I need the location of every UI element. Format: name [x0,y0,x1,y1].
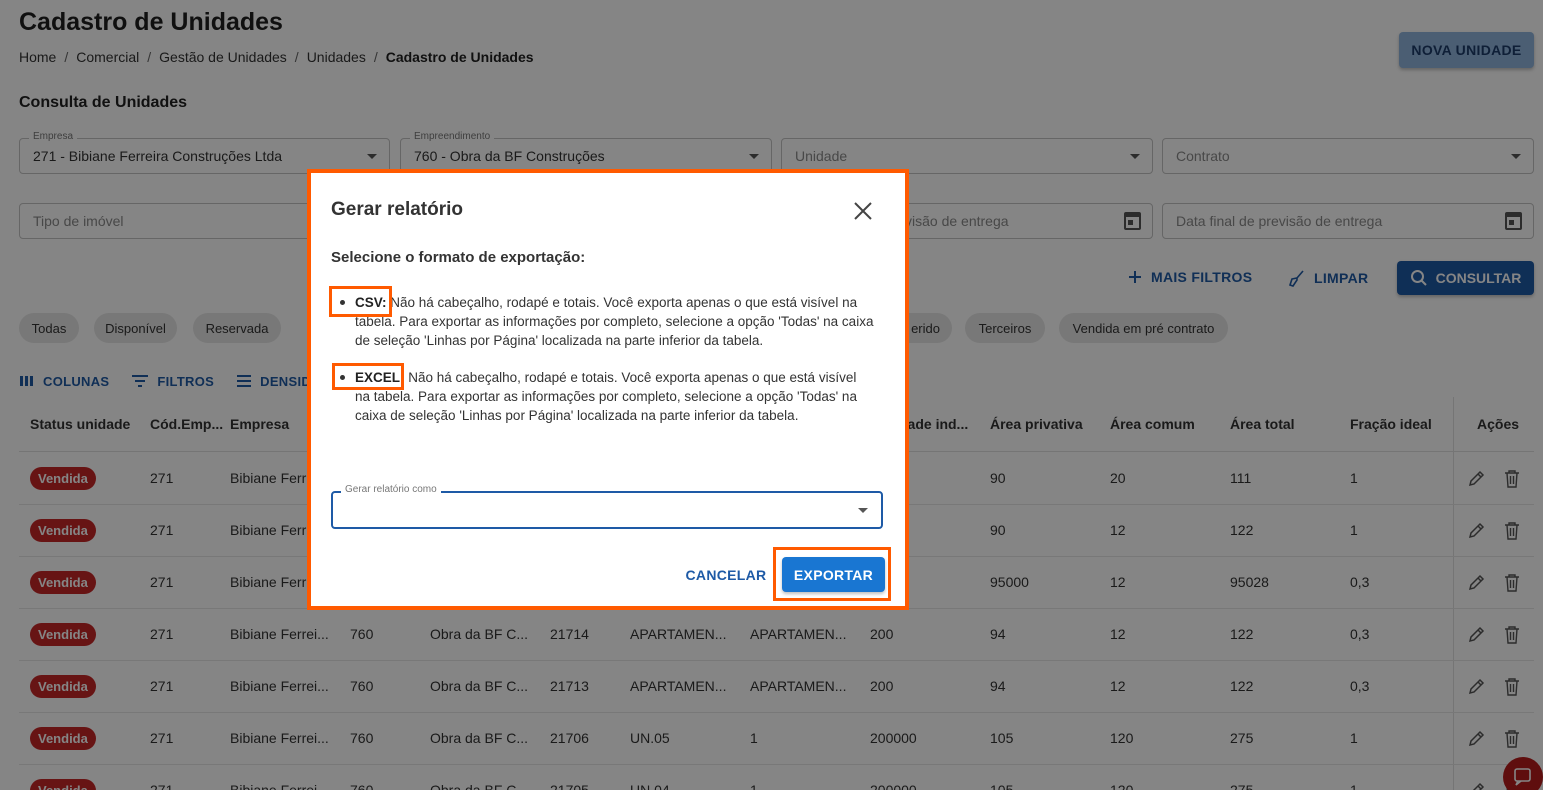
csv-highlight-box [329,286,392,317]
chevron-down-icon [858,508,868,513]
dialog-title: Gerar relatório [331,199,463,220]
export-highlight-box: EXPORTAR [773,547,891,601]
report-format-label: Gerar relatório como [341,484,441,495]
excel-line1: Não há cabeçalho, rodapé e totais. Você … [404,370,816,385]
close-icon[interactable] [852,200,874,222]
export-button[interactable]: EXPORTAR [782,557,885,592]
csv-line1: Não há cabeçalho, rodapé e totais. Você … [386,295,839,310]
dialog-subtitle: Selecione o formato de exportação: [331,249,586,266]
report-format-select[interactable]: Gerar relatório como [331,484,883,529]
csv-option-text: CSV: Não há cabeçalho, rodapé e totais. … [355,293,885,350]
excel-highlight-box [332,363,404,390]
cancel-button[interactable]: CANCELAR [682,560,770,590]
excel-option-text: EXCEL: Não há cabeçalho, rodapé e totais… [355,368,875,425]
report-dialog: Gerar relatório Selecione o formato de e… [307,169,909,610]
